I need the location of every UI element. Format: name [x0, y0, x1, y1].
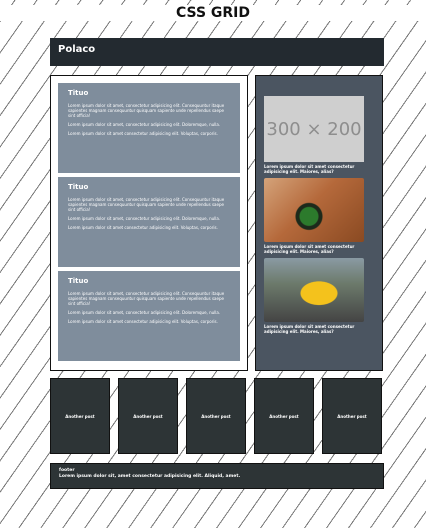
- card-title: Tituo: [68, 89, 89, 97]
- post-label: Another post: [269, 413, 299, 419]
- car-photo: [264, 258, 364, 322]
- card-paragraph: Lorem ipsum dolor sit amet, consectetur …: [68, 103, 225, 118]
- sidebar: 300 × 200 Lorem ipsum dolor sit amet con…: [255, 75, 383, 371]
- article-card: Tituo Lorem ipsum dolor sit amet, consec…: [57, 270, 241, 362]
- page-title: CSS GRID: [0, 5, 426, 21]
- placeholder-image: 300 × 200: [264, 96, 364, 162]
- card-paragraph: Lorem ipsum dolor sit amet consectetur a…: [68, 225, 218, 230]
- post-label: Another post: [337, 413, 367, 419]
- card-title: Tituo: [68, 183, 89, 191]
- post-label: Another post: [201, 413, 231, 419]
- image-caption: Lorem ipsum dolor sit amet consectetur a…: [264, 164, 355, 174]
- post-label: Another post: [65, 413, 95, 419]
- card-paragraph: Lorem ipsum dolor sit amet consectetur a…: [68, 319, 218, 324]
- card-paragraph: Lorem ipsum dolor sit amet, consectetur …: [68, 197, 225, 212]
- card-paragraph: Lorem ipsum dolor sit amet, consectetur …: [68, 310, 221, 315]
- footer: footer Lorem ipsum dolor sit, amet conse…: [50, 463, 384, 489]
- post-tile[interactable]: Another post: [186, 378, 246, 454]
- card-paragraph: Lorem ipsum dolor sit amet, consectetur …: [68, 122, 221, 127]
- sidebar-item: Lorem ipsum dolor sit amet consectetur a…: [264, 178, 374, 254]
- footer-text: Lorem ipsum dolor sit, amet consectetur …: [59, 474, 241, 479]
- post-tile[interactable]: Another post: [322, 378, 382, 454]
- brand-name[interactable]: Polaco: [58, 44, 95, 55]
- article-card: Tituo Lorem ipsum dolor sit amet, consec…: [57, 82, 241, 174]
- card-paragraph: Lorem ipsum dolor sit amet, consectetur …: [68, 216, 221, 221]
- card-paragraph: Lorem ipsum dolor sit amet consectetur a…: [68, 131, 218, 136]
- post-tile[interactable]: Another post: [50, 378, 110, 454]
- header-bar: Polaco: [50, 38, 384, 66]
- post-tile[interactable]: Another post: [118, 378, 178, 454]
- sidebar-item: Lorem ipsum dolor sit amet consectetur a…: [264, 258, 374, 334]
- image-caption: Lorem ipsum dolor sit amet consectetur a…: [264, 244, 355, 254]
- main-content: Tituo Lorem ipsum dolor sit amet, consec…: [50, 75, 248, 371]
- fidget-spinner-photo: [264, 178, 364, 242]
- post-tile[interactable]: Another post: [254, 378, 314, 454]
- sidebar-item: 300 × 200 Lorem ipsum dolor sit amet con…: [264, 96, 374, 174]
- card-paragraph: Lorem ipsum dolor sit amet, consectetur …: [68, 291, 225, 306]
- article-card: Tituo Lorem ipsum dolor sit amet, consec…: [57, 176, 241, 268]
- image-caption: Lorem ipsum dolor sit amet consectetur a…: [264, 324, 355, 334]
- post-label: Another post: [133, 413, 163, 419]
- card-title: Tituo: [68, 277, 89, 285]
